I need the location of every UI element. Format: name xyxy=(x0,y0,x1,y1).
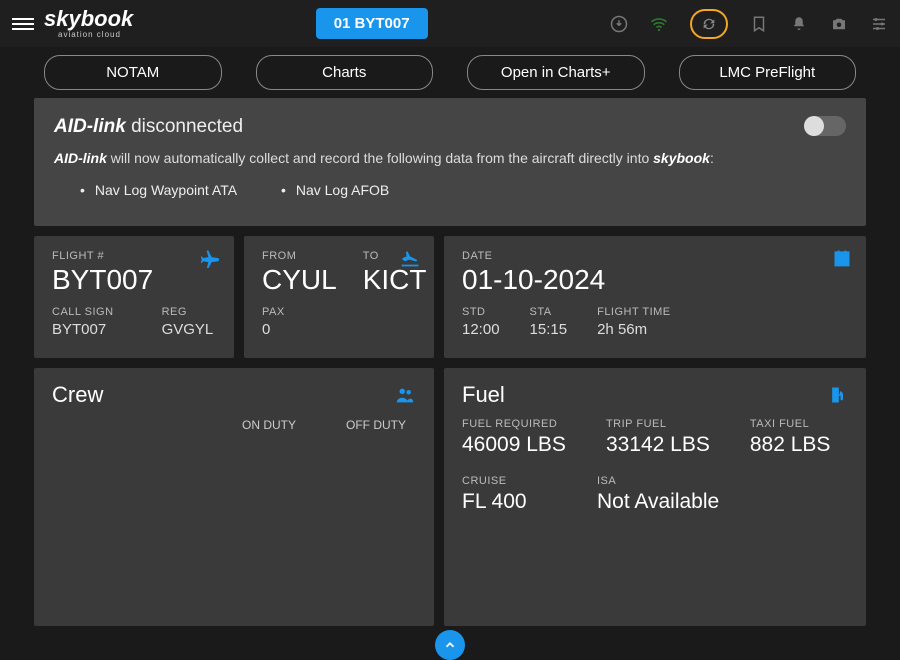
cruise-label: CRUISE xyxy=(462,475,557,487)
date-card[interactable]: DATE 01-10-2024 STD 12:00 STA 15:15 FLIG… xyxy=(444,236,866,358)
bell-icon[interactable] xyxy=(790,15,808,33)
callsign-label: CALL SIGN xyxy=(52,306,114,318)
content-area: AID-link disconnected AID-link will now … xyxy=(0,90,900,626)
calendar-icon xyxy=(832,248,852,268)
takeoff-icon xyxy=(400,248,420,268)
trip-fuel-value: 33142 LBS xyxy=(606,433,710,457)
route-card[interactable]: FROM CYUL TO KICT PAX 0 xyxy=(244,236,434,358)
std-value: 12:00 xyxy=(462,321,500,338)
crew-fuel-row: Crew ON DUTY OFF DUTY Fuel FUEL REQUIRED xyxy=(34,368,866,626)
menu-icon[interactable] xyxy=(12,18,34,30)
std-label: STD xyxy=(462,306,500,318)
off-duty-header: OFF DUTY xyxy=(346,418,406,432)
aid-link-description: AID-link will now automatically collect … xyxy=(54,150,846,166)
isa-value: Not Available xyxy=(597,490,719,514)
fuel-req-value: 46009 LBS xyxy=(462,433,566,457)
topbar-center: 01 BYT007 xyxy=(133,8,610,39)
flight-num-value: BYT007 xyxy=(52,264,216,296)
callsign-value: BYT007 xyxy=(52,321,114,338)
date-value: 01-10-2024 xyxy=(462,264,848,296)
flighttime-label: FLIGHT TIME xyxy=(597,306,671,318)
flight-card[interactable]: FLIGHT # BYT007 CALL SIGN BYT007 REG GVG… xyxy=(34,236,234,358)
from-value: CYUL xyxy=(262,264,337,296)
tab-notam[interactable]: NOTAM xyxy=(44,55,222,90)
from-label: FROM xyxy=(262,250,337,262)
info-cards-row: FLIGHT # BYT007 CALL SIGN BYT007 REG GVG… xyxy=(34,236,866,358)
flighttime-value: 2h 56m xyxy=(597,321,671,338)
wifi-icon[interactable] xyxy=(650,15,668,33)
on-duty-header: ON DUTY xyxy=(242,418,296,432)
topbar-icons xyxy=(610,9,888,39)
date-label: DATE xyxy=(462,250,848,262)
pax-label: PAX xyxy=(262,306,416,318)
aid-link-list: Nav Log Waypoint ATA Nav Log AFOB xyxy=(80,182,846,198)
camera-icon[interactable] xyxy=(830,15,848,33)
reg-label: REG xyxy=(162,306,214,318)
tab-open-charts[interactable]: Open in Charts+ xyxy=(467,55,645,90)
bookmark-icon[interactable] xyxy=(750,15,768,33)
sta-value: 15:15 xyxy=(530,321,568,338)
trip-fuel-label: TRIP FUEL xyxy=(606,418,710,430)
reg-value: GVGYL xyxy=(162,321,214,338)
crew-card[interactable]: Crew ON DUTY OFF DUTY xyxy=(34,368,434,626)
fuel-req-label: FUEL REQUIRED xyxy=(462,418,566,430)
tab-bar: NOTAM Charts Open in Charts+ LMC PreFlig… xyxy=(0,47,900,90)
aid-link-status: disconnected xyxy=(131,116,243,137)
brand-name: skybook xyxy=(44,8,133,30)
sync-button-highlighted[interactable] xyxy=(690,9,728,39)
crew-title: Crew xyxy=(52,382,103,408)
sta-label: STA xyxy=(530,306,568,318)
expand-up-button[interactable] xyxy=(435,630,465,660)
to-value: KICT xyxy=(363,264,427,296)
logo: skybook aviation cloud xyxy=(44,8,133,39)
flight-selector-button[interactable]: 01 BYT007 xyxy=(316,8,428,39)
download-icon[interactable] xyxy=(610,15,628,33)
flight-num-label: FLIGHT # xyxy=(52,250,216,262)
plane-icon xyxy=(200,248,220,268)
fuel-card[interactable]: Fuel FUEL REQUIRED 46009 LBS TRIP FUEL 3… xyxy=(444,368,866,626)
tab-lmc-preflight[interactable]: LMC PreFlight xyxy=(679,55,857,90)
taxi-fuel-label: TAXI FUEL xyxy=(750,418,831,430)
sync-icon xyxy=(701,16,717,32)
aid-link-title: AID-link disconnected xyxy=(54,116,846,138)
toggle-knob xyxy=(804,116,824,136)
people-icon xyxy=(394,384,416,406)
pax-value: 0 xyxy=(262,321,416,338)
aid-link-toggle[interactable] xyxy=(804,116,846,136)
tab-charts[interactable]: Charts xyxy=(256,55,434,90)
cruise-value: FL 400 xyxy=(462,490,557,514)
aid-link-brand: AID-link xyxy=(54,116,126,137)
fuel-title: Fuel xyxy=(462,382,505,408)
brand-tagline: aviation cloud xyxy=(58,31,133,39)
aid-link-card: AID-link disconnected AID-link will now … xyxy=(34,98,866,226)
settings-sliders-icon[interactable] xyxy=(870,15,888,33)
topbar: skybook aviation cloud 01 BYT007 xyxy=(0,0,900,47)
crew-columns: ON DUTY OFF DUTY xyxy=(52,418,416,432)
aid-bullet-afob: Nav Log AFOB xyxy=(281,182,389,198)
isa-label: ISA xyxy=(597,475,719,487)
aid-bullet-waypoint: Nav Log Waypoint ATA xyxy=(80,182,237,198)
taxi-fuel-value: 882 LBS xyxy=(750,433,831,457)
fuel-pump-icon xyxy=(828,385,848,405)
